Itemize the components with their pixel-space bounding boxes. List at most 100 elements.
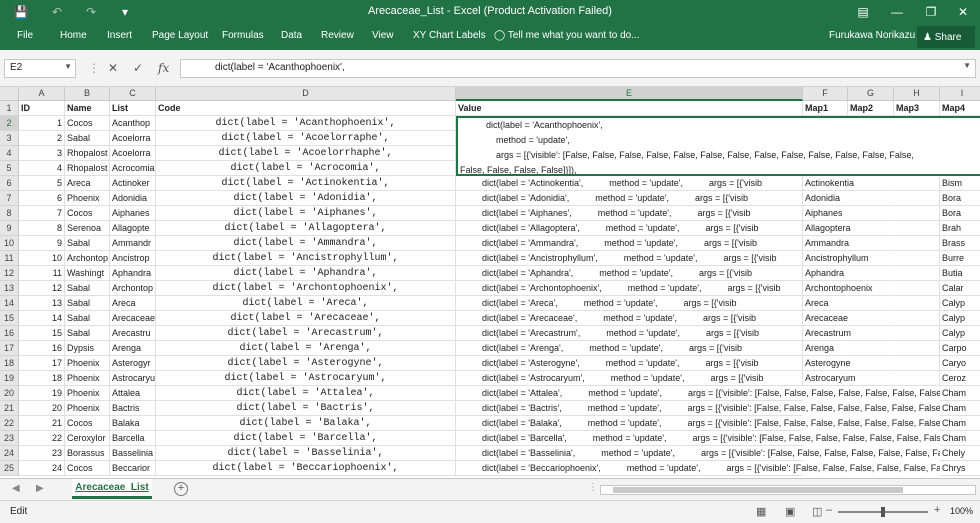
value-cell[interactable]: dict(label = 'Aiphanes', method = 'update…	[456, 206, 803, 221]
name-cell[interactable]: Borassus	[65, 446, 110, 461]
tab-home[interactable]: Home	[60, 30, 87, 41]
header-cell-map1[interactable]: Map1	[803, 101, 848, 116]
map3-cell[interactable]	[894, 236, 940, 251]
id-cell[interactable]: 10	[19, 251, 65, 266]
map4-cell[interactable]: Bora	[940, 206, 980, 221]
map4-cell[interactable]: Cham	[940, 431, 980, 446]
list-cell[interactable]: Acoelorra	[110, 131, 156, 146]
code-cell[interactable]: dict(label = 'Astrocaryum',	[156, 371, 456, 386]
code-cell[interactable]: dict(label = 'Ammandra',	[156, 236, 456, 251]
code-cell[interactable]: dict(label = 'Archontophoenix',	[156, 281, 456, 296]
minimize-icon[interactable]: —	[880, 0, 914, 24]
value-cell[interactable]: dict(label = 'Arecaceae', method = 'updat…	[456, 311, 803, 326]
map3-cell[interactable]	[894, 266, 940, 281]
header-cell-code[interactable]: Code	[156, 101, 456, 116]
tell-me-search[interactable]: ◯ Tell me what you want to do...	[494, 30, 640, 41]
row-header-2[interactable]: 2	[0, 116, 19, 131]
value-cell[interactable]: dict(label = 'Archontophoenix', method = …	[456, 281, 803, 296]
map3-cell[interactable]	[894, 251, 940, 266]
select-all-corner[interactable]	[0, 87, 19, 101]
tab-insert[interactable]: Insert	[107, 30, 132, 41]
list-cell[interactable]: Allagopte	[110, 221, 156, 236]
id-cell[interactable]: 1	[19, 116, 65, 131]
name-cell[interactable]: Sabal	[65, 296, 110, 311]
page-layout-view-icon[interactable]: ▣	[785, 505, 795, 518]
zoom-in-icon[interactable]: +	[934, 504, 940, 516]
id-cell[interactable]: 15	[19, 326, 65, 341]
value-cell[interactable]: dict(label = 'Areca', method = 'update', a…	[456, 296, 803, 311]
list-cell[interactable]: Archontop	[110, 281, 156, 296]
name-cell[interactable]: Phoenix	[65, 371, 110, 386]
list-cell[interactable]: Attalea	[110, 386, 156, 401]
id-cell[interactable]: 12	[19, 281, 65, 296]
map2-cell[interactable]	[848, 266, 894, 281]
map1-cell[interactable]: Astrocaryum	[803, 371, 856, 386]
value-cell[interactable]: dict(label = 'Attalea', method = 'update'…	[456, 386, 971, 401]
row-header-25[interactable]: 25	[0, 461, 19, 476]
map1-cell[interactable]: Arecaceae	[803, 311, 848, 326]
map3-cell[interactable]	[894, 176, 940, 191]
id-cell[interactable]: 3	[19, 146, 65, 161]
column-header-f[interactable]: F	[803, 87, 848, 101]
column-header-c[interactable]: C	[110, 87, 156, 101]
next-sheet-icon[interactable]: ▶	[36, 483, 44, 494]
row-header-13[interactable]: 13	[0, 281, 19, 296]
map1-cell[interactable]: Ammandra	[803, 236, 849, 251]
map1-cell[interactable]: Ancistrophyllum	[803, 251, 869, 266]
tab-split-icon[interactable]: ⋮	[588, 482, 598, 493]
row-header-16[interactable]: 16	[0, 326, 19, 341]
code-cell[interactable]: dict(label = 'Bactris',	[156, 401, 456, 416]
row-header-17[interactable]: 17	[0, 341, 19, 356]
value-cell[interactable]: dict(label = 'Astrocaryum', method = 'upd…	[456, 371, 803, 386]
column-header-g[interactable]: G	[848, 87, 894, 101]
row-header-7[interactable]: 7	[0, 191, 19, 206]
id-cell[interactable]: 4	[19, 161, 65, 176]
value-cell[interactable]: dict(label = 'Allagoptera', method = 'upd…	[456, 221, 803, 236]
value-cell[interactable]: dict(label = 'Beccariophoenix', method = …	[456, 461, 980, 476]
row-header-1[interactable]: 1	[0, 101, 19, 116]
tab-page-layout[interactable]: Page Layout	[152, 30, 208, 41]
map4-cell[interactable]: Brass	[940, 236, 980, 251]
map4-cell[interactable]: Butia	[940, 266, 980, 281]
code-cell[interactable]: dict(label = 'Barcella',	[156, 431, 456, 446]
map3-cell[interactable]	[894, 296, 940, 311]
page-break-view-icon[interactable]: ◫	[812, 505, 822, 518]
map1-cell[interactable]: Archontophoenix	[803, 281, 873, 296]
map1-cell[interactable]: Asterogyne	[803, 356, 851, 371]
row-header-4[interactable]: 4	[0, 146, 19, 161]
id-cell[interactable]: 19	[19, 386, 65, 401]
list-cell[interactable]: Arenga	[110, 341, 156, 356]
share-button[interactable]: ♟ Share	[917, 26, 975, 48]
code-cell[interactable]: dict(label = 'Ancistrophyllum',	[156, 251, 456, 266]
header-cell-map3[interactable]: Map3	[894, 101, 940, 116]
code-cell[interactable]: dict(label = 'Aiphanes',	[156, 206, 456, 221]
value-cell[interactable]: dict(label = 'Balaka', method = 'update',…	[456, 416, 970, 431]
id-cell[interactable]: 23	[19, 446, 65, 461]
zoom-slider[interactable]	[838, 507, 928, 517]
list-cell[interactable]: Acoelorra	[110, 146, 156, 161]
name-box[interactable]: E2 ▼	[4, 59, 76, 78]
map4-cell[interactable]: Bora	[940, 191, 980, 206]
value-cell[interactable]: dict(label = 'Adonidia', method = 'update…	[456, 191, 803, 206]
add-sheet-icon[interactable]: +	[174, 482, 188, 496]
value-cell[interactable]: dict(label = 'Barcella', method = 'update…	[456, 431, 975, 446]
row-header-15[interactable]: 15	[0, 311, 19, 326]
list-cell[interactable]: Adonidia	[110, 191, 156, 206]
id-cell[interactable]: 13	[19, 296, 65, 311]
id-cell[interactable]: 9	[19, 236, 65, 251]
row-header-23[interactable]: 23	[0, 431, 19, 446]
code-cell[interactable]: dict(label = 'Allagoptera',	[156, 221, 456, 236]
prev-sheet-icon[interactable]: ◀	[12, 483, 20, 494]
id-cell[interactable]: 18	[19, 371, 65, 386]
header-cell-value[interactable]: Value	[456, 101, 803, 116]
row-header-14[interactable]: 14	[0, 296, 19, 311]
horizontal-scrollbar[interactable]	[600, 485, 976, 495]
name-cell[interactable]: Rhopalost	[65, 146, 110, 161]
map4-cell[interactable]: Calyp	[940, 296, 980, 311]
map4-cell[interactable]: Chrys	[940, 461, 980, 476]
list-cell[interactable]: Bactris	[110, 401, 156, 416]
header-cell-map4[interactable]: Map4	[940, 101, 980, 116]
map4-cell[interactable]: Calyp	[940, 311, 980, 326]
ribbon-display-icon[interactable]: ▤	[846, 0, 880, 24]
map3-cell[interactable]	[894, 206, 940, 221]
